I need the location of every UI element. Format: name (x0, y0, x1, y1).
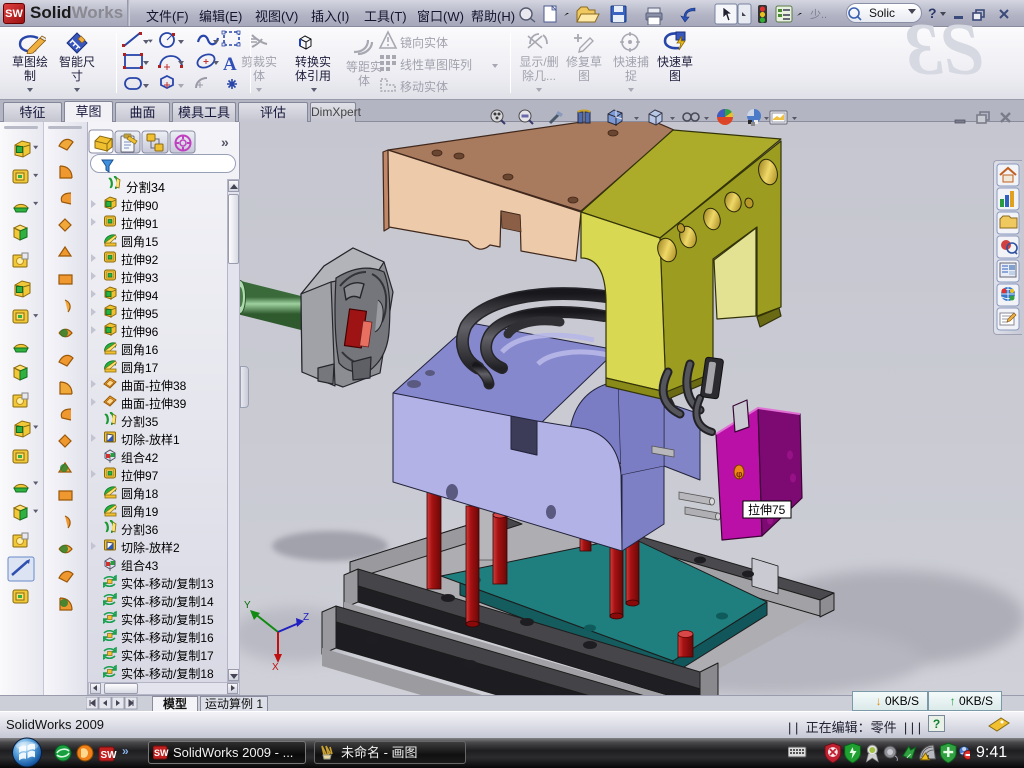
svg-text:少..: 少.. (810, 8, 827, 21)
svg-text:φ: φ (736, 469, 743, 479)
svg-text:»: » (122, 744, 129, 758)
svg-text:拉伸75: 拉伸75 (748, 502, 786, 517)
svg-text:Z: Z (303, 612, 309, 623)
svg-text:X: X (272, 662, 279, 673)
svg-text:»: » (221, 134, 229, 150)
svg-text:SW: SW (154, 748, 169, 758)
svg-text:!: ! (927, 755, 929, 761)
svg-text:Y: Y (244, 600, 251, 611)
svg-text:SW: SW (101, 750, 118, 761)
